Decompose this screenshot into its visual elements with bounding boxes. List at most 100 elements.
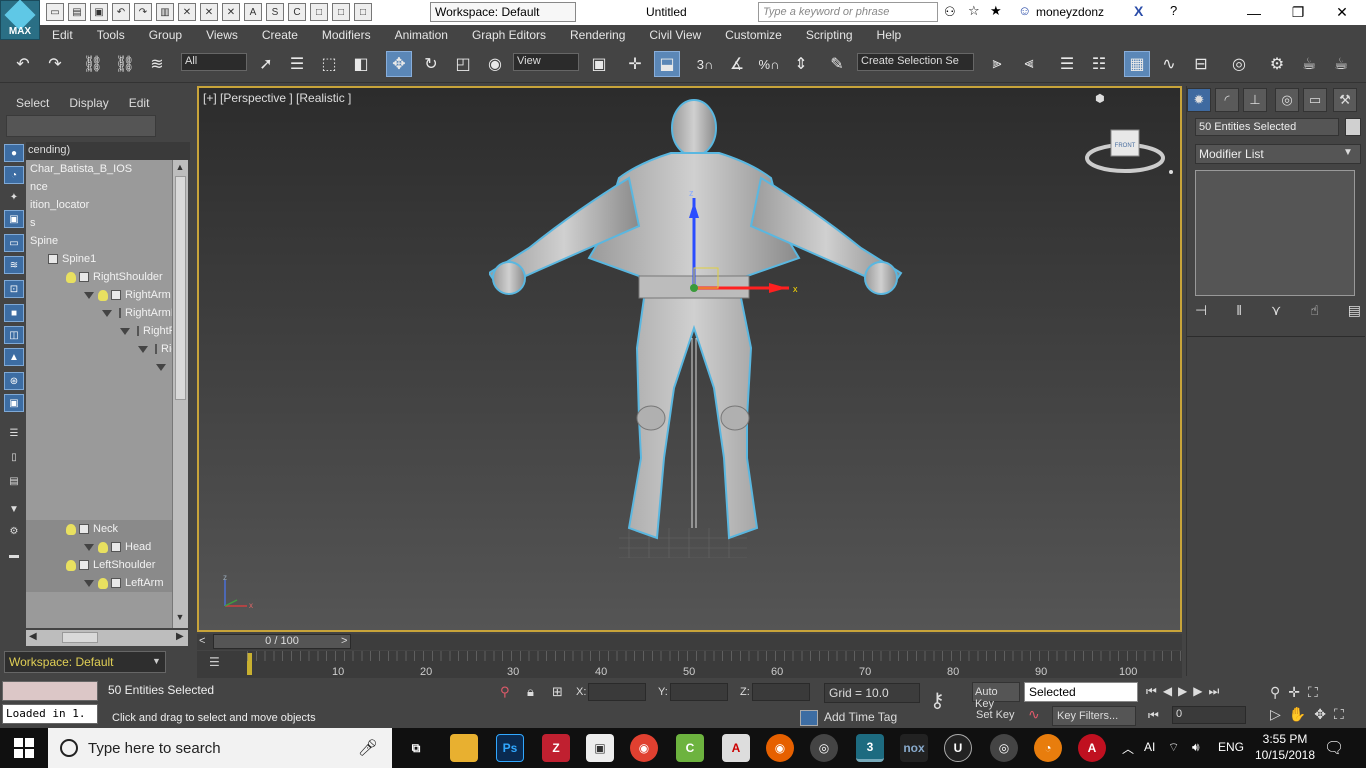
menu-help[interactable]: Help <box>865 28 914 42</box>
wifi-icon[interactable]: ⌔ <box>1168 740 1179 755</box>
window-c-icon[interactable]: □ <box>354 3 372 21</box>
text-a-icon[interactable]: A <box>244 3 262 21</box>
freeze-box-icon[interactable] <box>79 560 89 570</box>
viewport-lock-icon[interactable]: ⬢ <box>1095 92 1105 105</box>
set-keys-key-icon[interactable]: ⚷ <box>930 688 945 713</box>
key-mode-dropdown[interactable]: Selected <box>1024 682 1138 702</box>
menu-graph-editors[interactable]: Graph Editors <box>460 28 558 42</box>
select-object-icon[interactable]: ➚ <box>253 51 279 77</box>
schematic-view-icon[interactable]: ⊟ <box>1188 51 1214 77</box>
visibility-bulb-icon[interactable] <box>98 289 108 301</box>
explorer-workspace-dropdown[interactable]: Workspace: Default <box>4 651 166 673</box>
expand-icon[interactable] <box>156 363 166 371</box>
modifier-stack[interactable] <box>1195 170 1355 296</box>
menu-edit[interactable]: Edit <box>40 28 85 42</box>
key-filters-button[interactable]: Key Filters... <box>1052 706 1136 726</box>
window-a-icon[interactable]: □ <box>310 3 328 21</box>
filter-frozen-icon[interactable]: ⊛ <box>4 372 24 390</box>
store-icon[interactable]: ▣ <box>586 734 614 762</box>
explorer-column-header[interactable]: cending) <box>26 142 190 160</box>
motion-tab-icon[interactable]: ◎ <box>1275 88 1299 112</box>
acrobat-icon[interactable]: A <box>722 734 750 762</box>
tool-c-icon[interactable]: ✕ <box>222 3 240 21</box>
x-coordinate-field[interactable] <box>588 683 646 701</box>
isolate-selection-icon[interactable]: ⚲ <box>500 684 510 700</box>
filter-geometry-icon[interactable]: ● <box>4 144 24 162</box>
zoom-icon[interactable]: ⚲ <box>1270 684 1288 700</box>
filter-shapes-icon[interactable]: ◔ <box>4 166 24 184</box>
filter-hidden-icon[interactable]: ▣ <box>4 394 24 412</box>
material-editor-icon[interactable]: ◎ <box>1226 51 1252 77</box>
tree-row[interactable]: LeftArm <box>26 574 172 592</box>
tray-ai-icon[interactable]: AI <box>1144 740 1155 754</box>
modify-tab-icon[interactable]: ◜ <box>1215 88 1239 112</box>
redo-icon[interactable]: ↷ <box>134 3 152 21</box>
absolute-mode-icon[interactable]: ⊞ <box>552 684 563 700</box>
user-name[interactable]: moneyzdonz <box>1036 5 1104 19</box>
tree-row[interactable]: RightForeA <box>26 322 172 340</box>
time-tag-icon[interactable] <box>800 710 818 726</box>
explorer-tab-display[interactable]: Display <box>69 96 108 110</box>
reference-coordinate-dropdown[interactable]: View <box>513 53 579 71</box>
pivot-center-icon[interactable]: ▣ <box>586 51 612 77</box>
remove-modifier-icon[interactable]: ☝ <box>1310 302 1319 324</box>
tree-hscroll-thumb[interactable] <box>62 632 98 643</box>
text-s-icon[interactable]: S <box>266 3 284 21</box>
go-to-end-icon[interactable]: ⏭ <box>1209 684 1226 698</box>
fov-icon[interactable]: ▷ <box>1270 706 1289 722</box>
explorer-tab-edit[interactable]: Edit <box>129 96 150 110</box>
display-tab-icon[interactable]: ▭ <box>1303 88 1327 112</box>
viewport-label[interactable]: [+] [Perspective ] [Realistic ] <box>203 91 351 105</box>
visibility-bulb-icon[interactable] <box>66 559 76 571</box>
time-slider[interactable]: < 0 / 100 > <box>197 634 1182 650</box>
menu-scripting[interactable]: Scripting <box>794 28 865 42</box>
tree-row[interactable]: Spine <box>26 232 172 250</box>
mirror-icon[interactable]: ⫸ <box>984 51 1010 77</box>
expand-icon[interactable] <box>120 327 130 335</box>
object-name-field[interactable]: 50 Entities Selected <box>1195 118 1339 136</box>
text-c-icon[interactable]: C <box>288 3 306 21</box>
tree-row[interactable]: RightFo <box>26 340 172 358</box>
tree-row[interactable]: RightArmRoll <box>26 304 172 322</box>
default-tangent-icon[interactable]: ∿ <box>1028 706 1040 723</box>
spinner-snap-icon[interactable]: ⇕ <box>788 51 814 77</box>
new-file-icon[interactable]: ▭ <box>46 3 64 21</box>
tree-row[interactable] <box>26 484 172 502</box>
display-invert-icon[interactable]: ▤ <box>4 472 24 490</box>
nox-icon[interactable]: nox <box>900 734 928 762</box>
undo-icon[interactable]: ↶ <box>112 3 130 21</box>
select-rotate-icon[interactable]: ↻ <box>418 51 444 77</box>
chevron-down-icon[interactable]: ▼ <box>1343 147 1353 158</box>
object-color-swatch[interactable] <box>1345 118 1361 136</box>
tree-row[interactable] <box>26 430 172 448</box>
close-icon[interactable]: ✕ <box>1320 0 1364 25</box>
curve-editor-icon[interactable]: ∿ <box>1156 51 1182 77</box>
expand-icon[interactable] <box>84 579 94 587</box>
tree-row[interactable] <box>26 448 172 466</box>
tree-row[interactable] <box>26 466 172 484</box>
menu-civil-view[interactable]: Civil View <box>637 28 713 42</box>
next-frame-icon[interactable]: ▶ <box>1193 684 1208 698</box>
window-crossing-icon[interactable]: ◧ <box>348 51 374 77</box>
angle-snap-icon[interactable]: ∡ <box>724 51 750 77</box>
tray-chevron-icon[interactable]: ︿ <box>1122 740 1134 757</box>
show-end-result-icon[interactable]: ‖ <box>1236 302 1242 324</box>
go-to-start-icon[interactable]: ⏮ <box>1146 684 1163 698</box>
visibility-bulb-icon[interactable] <box>66 271 76 283</box>
expand-icon[interactable] <box>102 309 112 317</box>
app-eye-icon[interactable]: ◎ <box>810 734 838 762</box>
task-view-icon[interactable]: ⧉ <box>402 734 430 762</box>
current-frame-field[interactable]: 0 <box>1172 706 1246 724</box>
tree-row[interactable]: Char_Batista_B_IOS <box>26 160 172 178</box>
menu-tools[interactable]: Tools <box>85 28 137 42</box>
filter-bones-icon[interactable]: ◫ <box>4 326 24 344</box>
viewcube[interactable]: FRONT <box>1085 120 1177 180</box>
explorer-search-input[interactable] <box>6 115 156 137</box>
menu-rendering[interactable]: Rendering <box>558 28 637 42</box>
save-file-icon[interactable]: ▣ <box>90 3 108 21</box>
menu-customize[interactable]: Customize <box>713 28 794 42</box>
filter-containers-icon[interactable]: ▲ <box>4 348 24 366</box>
tree-row[interactable]: s <box>26 214 172 232</box>
file-explorer-icon[interactable] <box>450 734 478 762</box>
camtasia-icon[interactable]: C <box>676 734 704 762</box>
